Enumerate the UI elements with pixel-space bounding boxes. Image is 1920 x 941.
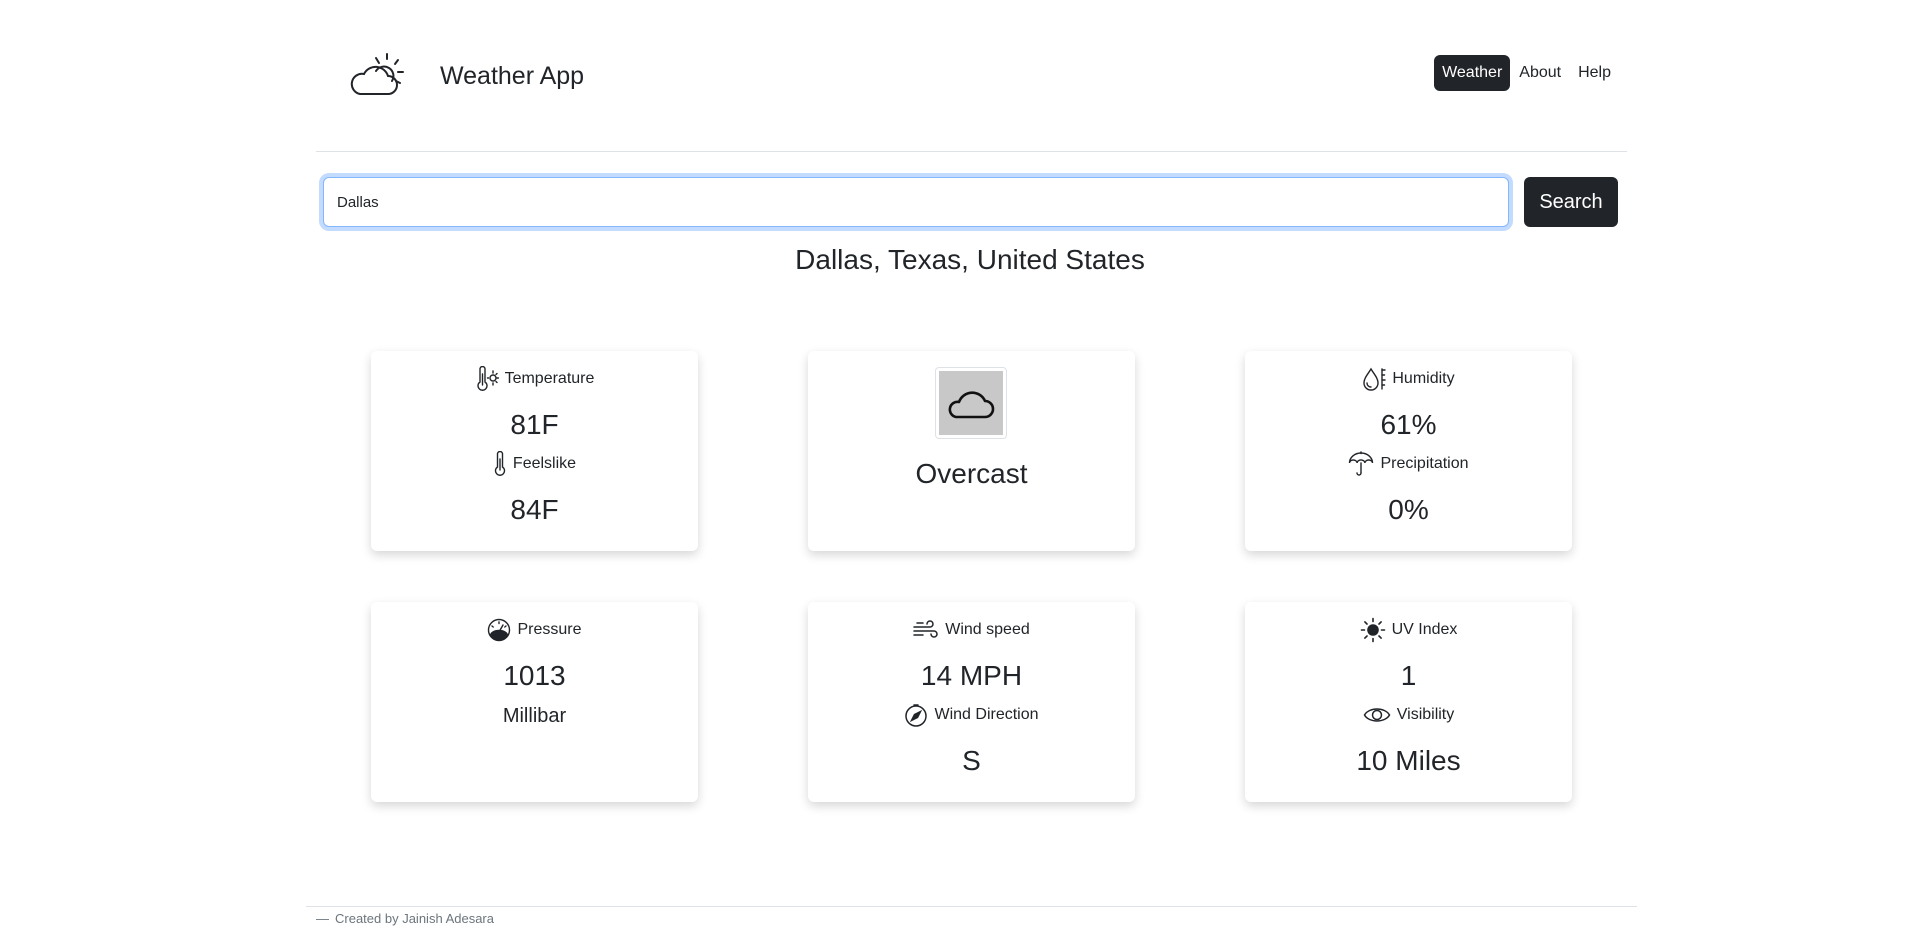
feelslike-label-row: Feelslike <box>371 451 698 477</box>
condition-card: Overcast <box>808 351 1135 551</box>
cloud-icon <box>948 391 995 419</box>
humidity-label: Humidity <box>1392 370 1455 387</box>
feelslike-label: Feelslike <box>512 455 577 472</box>
uv-card: UV Index 1 Visibility 10 Miles <box>1245 602 1572 802</box>
thermometer-sun-icon <box>476 366 499 391</box>
umbrella-icon <box>1349 451 1374 476</box>
footer-dash: — <box>316 911 329 926</box>
wind-icon <box>913 620 938 638</box>
main-nav: Weather About Help <box>1433 55 1619 91</box>
visibility-value: 10 Miles <box>1356 745 1461 776</box>
nav-weather[interactable]: Weather <box>1434 55 1511 91</box>
uv-label: UV Index <box>1391 621 1458 638</box>
app-title: Weather App <box>440 62 585 90</box>
temperature-card: Temperature 81F Feelslike 84F <box>371 351 698 551</box>
wind-direction-label: Wind Direction <box>934 706 1039 723</box>
wind-speed-label-row: Wind speed <box>808 617 1135 643</box>
humidity-card: Humidity 61% Precipitation 0% <box>1245 351 1572 551</box>
uv-value: 1 <box>1400 660 1417 691</box>
uv-label-row: UV Index <box>1245 617 1572 643</box>
pressure-card: Pressure 1013 Millibar <box>371 602 698 802</box>
search-form: Search <box>323 177 1618 227</box>
wind-speed-value: 14 MPH <box>920 660 1023 691</box>
humidity-value: 61% <box>1380 409 1437 440</box>
speedometer-icon <box>488 618 511 642</box>
compass-icon <box>905 704 928 727</box>
condition-image <box>935 367 1007 439</box>
pressure-unit: Millibar <box>502 705 567 727</box>
precipitation-label: Precipitation <box>1380 455 1469 472</box>
temperature-label: Temperature <box>504 370 595 387</box>
page-footer: — Created by Jainish Adesara <box>306 906 1637 926</box>
pressure-value: 1013 <box>503 660 566 691</box>
humidity-label-row: Humidity <box>1245 366 1572 392</box>
condition-text: Overcast <box>915 458 1028 489</box>
sun-icon <box>1360 617 1385 643</box>
feelslike-value: 84F <box>510 494 559 525</box>
wind-direction-label-row: Wind Direction <box>808 702 1135 728</box>
search-button[interactable]: Search <box>1524 177 1618 227</box>
visibility-label: Visibility <box>1396 706 1455 723</box>
visibility-label-row: Visibility <box>1245 702 1572 728</box>
pressure-label-row: Pressure <box>371 617 698 643</box>
wind-speed-label: Wind speed <box>945 621 1030 638</box>
temperature-value: 81F <box>510 409 559 440</box>
app-header: Weather App Weather About Help <box>316 28 1627 152</box>
location-title: Dallas, Texas, United States <box>795 244 1145 275</box>
nav-help[interactable]: Help <box>1570 55 1619 91</box>
pressure-label: Pressure <box>517 621 582 638</box>
thermometer-icon <box>494 451 506 476</box>
wind-direction-value: S <box>962 745 981 776</box>
cloud-sun-logo-icon <box>350 53 404 95</box>
precipitation-label-row: Precipitation <box>1245 451 1572 477</box>
eye-icon <box>1363 708 1391 722</box>
wind-card: Wind speed 14 MPH Wind Direction S <box>808 602 1135 802</box>
precipitation-value: 0% <box>1388 494 1429 525</box>
temperature-label-row: Temperature <box>371 366 698 392</box>
nav-about[interactable]: About <box>1511 55 1569 91</box>
footer-credit: Created by Jainish Adesara <box>335 911 494 926</box>
search-input[interactable] <box>323 177 1509 227</box>
moisture-icon <box>1363 367 1387 391</box>
